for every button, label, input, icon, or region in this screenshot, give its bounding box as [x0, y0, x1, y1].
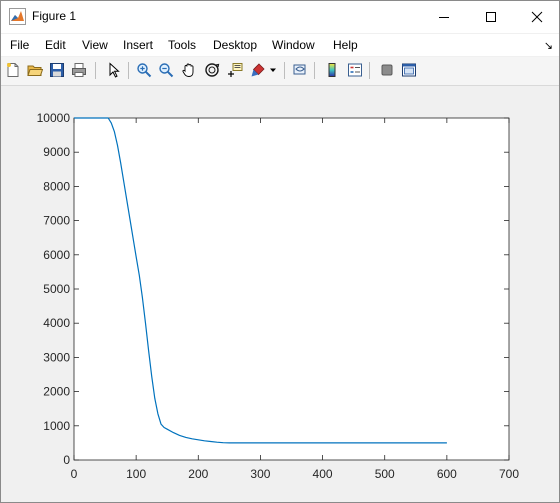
menu-window[interactable]: Window: [272, 38, 315, 52]
maximize-icon: [486, 12, 496, 22]
figure-window: Figure 1 File Edit View Insert Tools Des…: [0, 0, 560, 503]
brush-button[interactable]: [249, 61, 267, 79]
edit-plot-button[interactable]: [105, 61, 123, 79]
edit-plot-arrow-icon: [109, 62, 120, 78]
menu-view[interactable]: View: [82, 38, 108, 52]
pan-hand-icon: [182, 63, 194, 77]
brush-dropdown[interactable]: [268, 61, 278, 79]
y-tick-label: 7000: [43, 214, 70, 228]
data-cursor-icon: [228, 63, 243, 77]
y-tick-label: 10000: [37, 111, 71, 125]
y-tick-label: 1000: [43, 419, 70, 433]
menu-help[interactable]: Help: [333, 38, 358, 52]
menu-tools[interactable]: Tools: [168, 38, 196, 52]
menu-desktop[interactable]: Desktop: [213, 38, 257, 52]
save-icon: [50, 63, 64, 77]
open-file-button[interactable]: [26, 61, 44, 79]
toolbar-separator: [314, 62, 315, 79]
legend-icon: [348, 63, 362, 77]
y-tick-label: 5000: [43, 282, 70, 296]
toolbar-separator: [369, 62, 370, 79]
save-button[interactable]: [48, 61, 66, 79]
maximize-button[interactable]: [468, 1, 514, 33]
figure-toolbar: [1, 57, 559, 86]
zoom-out-icon: [159, 63, 174, 78]
link-plot-icon: [293, 64, 306, 75]
zoom-in-icon: [137, 63, 152, 78]
y-tick-label: 0: [63, 453, 70, 467]
show-plot-tools-button[interactable]: [400, 61, 418, 79]
brush-icon: [251, 63, 265, 77]
minimize-button[interactable]: [421, 1, 467, 33]
menu-edit[interactable]: Edit: [45, 38, 66, 52]
zoom-out-button[interactable]: [157, 61, 175, 79]
open-file-icon: [27, 65, 43, 76]
dock-arrow-icon[interactable]: ↘: [544, 39, 553, 52]
x-tick-label: 400: [313, 467, 333, 481]
y-tick-label: 6000: [43, 248, 70, 262]
rotate-3d-icon: [205, 63, 220, 77]
menu-insert[interactable]: Insert: [123, 38, 153, 52]
x-tick-label: 700: [499, 467, 519, 481]
x-tick-label: 200: [188, 467, 208, 481]
y-tick-label: 4000: [43, 316, 70, 330]
print-button[interactable]: [70, 61, 88, 79]
hide-plot-tools-icon: [381, 64, 393, 76]
hide-plot-tools-button[interactable]: [378, 61, 396, 79]
x-tick-label: 300: [250, 467, 270, 481]
toolbar-separator: [128, 62, 129, 79]
x-tick-label: 500: [375, 467, 395, 481]
y-tick-label: 3000: [43, 350, 70, 364]
colorbar-button[interactable]: [323, 61, 341, 79]
colorbar-icon: [328, 63, 336, 77]
x-tick-label: 600: [437, 467, 457, 481]
y-tick-label: 2000: [43, 385, 70, 399]
figure-canvas[interactable]: 0 100 200 300 400 500 600 700 0 1000 2000 3000 4000 5…: [1, 86, 559, 502]
window-title: Figure 1: [32, 9, 77, 23]
y-tick-label: 8000: [43, 179, 70, 193]
line-plot[interactable]: 0 100 200 300 400 500 600 700010002000300040005…: [1, 86, 559, 502]
legend-button[interactable]: [346, 61, 364, 79]
data-cursor-button[interactable]: [226, 61, 244, 79]
pan-button[interactable]: [180, 61, 198, 79]
x-tick-label: 100: [126, 467, 146, 481]
link-plot-button[interactable]: [291, 61, 309, 79]
show-plot-tools-icon: [402, 63, 416, 77]
matlab-logo-icon: [9, 8, 26, 25]
close-button[interactable]: [514, 1, 560, 33]
x-tick-label: 0: [71, 467, 78, 481]
print-icon: [72, 63, 86, 77]
zoom-in-button[interactable]: [135, 61, 153, 79]
title-bar[interactable]: Figure 1: [1, 1, 559, 33]
minimize-icon: [439, 17, 449, 18]
dropdown-arrow-icon: [270, 68, 276, 72]
axes-box[interactable]: [73, 117, 510, 461]
close-icon: [531, 11, 543, 23]
menu-file[interactable]: File: [10, 38, 29, 52]
rotate-3d-button[interactable]: [203, 61, 221, 79]
menu-bar: File Edit View Insert Tools Desktop Wind…: [1, 34, 559, 56]
toolbar-separator: [95, 62, 96, 79]
y-tick-label: 9000: [43, 145, 70, 159]
new-figure-button[interactable]: [4, 61, 22, 79]
toolbar-separator: [284, 62, 285, 79]
new-figure-icon: [7, 63, 19, 77]
